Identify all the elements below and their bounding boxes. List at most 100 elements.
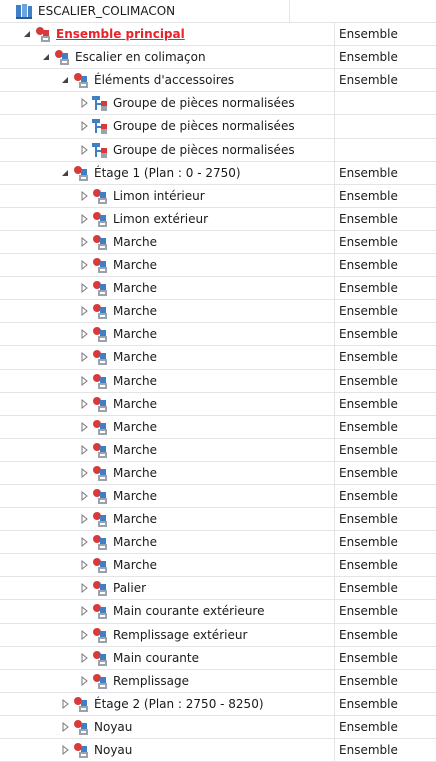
column-divider bbox=[334, 669, 335, 692]
expand-arrow-icon[interactable] bbox=[60, 744, 70, 756]
tree-row[interactable]: Noyau Ensemble bbox=[0, 739, 436, 762]
tree-row[interactable]: Étage 2 (Plan : 2750 - 8250) Ensemble bbox=[0, 692, 436, 716]
tree-row[interactable]: Main courante Ensemble bbox=[0, 646, 436, 670]
tree-row[interactable]: Groupe de pièces normalisées bbox=[0, 115, 436, 139]
tree-item-type: Ensemble bbox=[339, 581, 398, 596]
tree-row[interactable]: Marche Ensemble bbox=[0, 508, 436, 532]
assembly-icon bbox=[91, 603, 109, 620]
tree-row[interactable]: Éléments d'accessoires Ensemble bbox=[0, 69, 436, 93]
expand-arrow-icon[interactable] bbox=[79, 490, 89, 502]
tree-row[interactable]: Marche Ensemble bbox=[0, 392, 436, 416]
collapse-arrow-icon[interactable] bbox=[60, 74, 70, 86]
tree-row[interactable]: Escalier en colimaçon Ensemble bbox=[0, 46, 436, 70]
tree-item-type: Ensemble bbox=[339, 281, 398, 296]
tree-row[interactable]: Groupe de pièces normalisées bbox=[0, 92, 436, 116]
assembly-icon bbox=[72, 696, 90, 713]
tree-row[interactable]: Marche Ensemble bbox=[0, 554, 436, 578]
expand-arrow-icon[interactable] bbox=[79, 559, 89, 571]
tree-row[interactable]: Palier Ensemble bbox=[0, 577, 436, 601]
tree-item-label: Groupe de pièces normalisées bbox=[113, 142, 295, 157]
expand-arrow-icon[interactable] bbox=[79, 236, 89, 248]
expand-arrow-icon[interactable] bbox=[79, 282, 89, 294]
tree-item-type: Ensemble bbox=[339, 442, 398, 457]
tree-row[interactable]: Marche Ensemble bbox=[0, 346, 436, 370]
tree-item-label: Escalier en colimaçon bbox=[75, 50, 206, 65]
expand-arrow-icon[interactable] bbox=[79, 190, 89, 202]
expand-arrow-icon[interactable] bbox=[79, 652, 89, 664]
expand-arrow-icon[interactable] bbox=[79, 328, 89, 340]
tree-row[interactable]: Marche Ensemble bbox=[0, 323, 436, 347]
tree-row[interactable]: Noyau Ensemble bbox=[0, 715, 436, 739]
tree-item-label: Marche bbox=[113, 465, 157, 480]
assembly-icon bbox=[53, 49, 71, 66]
tree-row[interactable]: Marche Ensemble bbox=[0, 531, 436, 555]
expand-arrow-icon[interactable] bbox=[60, 698, 70, 710]
column-divider bbox=[334, 369, 335, 392]
expand-arrow-icon[interactable] bbox=[79, 213, 89, 225]
expand-arrow-icon[interactable] bbox=[79, 582, 89, 594]
tree-row[interactable]: Marche Ensemble bbox=[0, 369, 436, 393]
expand-arrow-icon[interactable] bbox=[79, 536, 89, 548]
tree-row[interactable]: Main courante extérieure Ensemble bbox=[0, 600, 436, 624]
assembly-icon bbox=[91, 211, 109, 228]
expand-arrow-icon[interactable] bbox=[79, 421, 89, 433]
collapse-arrow-icon[interactable] bbox=[22, 28, 32, 40]
expand-arrow-icon[interactable] bbox=[79, 605, 89, 617]
expand-arrow-icon[interactable] bbox=[79, 259, 89, 271]
tree-item-type: Ensemble bbox=[339, 488, 398, 503]
tree-item-type: Ensemble bbox=[339, 650, 398, 665]
tree-row[interactable]: Ensemble principal Ensemble bbox=[0, 23, 436, 47]
tree-row[interactable]: Marche Ensemble bbox=[0, 415, 436, 439]
expand-arrow-icon[interactable] bbox=[79, 398, 89, 410]
tree-item-label: Noyau bbox=[94, 743, 133, 757]
tree-item-type: Ensemble bbox=[339, 419, 398, 434]
root-label: ESCALIER_COLIMACON bbox=[38, 4, 176, 18]
tree-row[interactable]: Limon extérieur Ensemble bbox=[0, 207, 436, 231]
column-divider bbox=[334, 554, 335, 577]
tree-row[interactable]: Étage 1 (Plan : 0 - 2750) Ensemble bbox=[0, 161, 436, 185]
tree-item-label: Ensemble principal bbox=[56, 27, 185, 42]
column-divider bbox=[334, 300, 335, 323]
column-divider bbox=[334, 23, 335, 46]
column-divider bbox=[334, 207, 335, 230]
tree-row[interactable]: Remplissage extérieur Ensemble bbox=[0, 623, 436, 647]
tree-row[interactable]: Marche Ensemble bbox=[0, 277, 436, 301]
tree-row[interactable]: Limon intérieur Ensemble bbox=[0, 184, 436, 208]
expand-arrow-icon[interactable] bbox=[79, 375, 89, 387]
column-divider bbox=[334, 254, 335, 277]
expand-arrow-icon[interactable] bbox=[60, 721, 70, 733]
tree-row[interactable]: Groupe de pièces normalisées bbox=[0, 138, 436, 162]
expand-arrow-icon[interactable] bbox=[79, 629, 89, 641]
assembly-icon bbox=[72, 165, 90, 182]
tree-row[interactable]: Marche Ensemble bbox=[0, 300, 436, 324]
expand-arrow-icon[interactable] bbox=[79, 467, 89, 479]
expand-arrow-icon[interactable] bbox=[79, 675, 89, 687]
assembly-icon bbox=[91, 580, 109, 597]
tree-row[interactable]: Marche Ensemble bbox=[0, 254, 436, 278]
expand-arrow-icon[interactable] bbox=[79, 513, 89, 525]
assembly-icon bbox=[91, 373, 109, 390]
assembly-icon bbox=[72, 742, 90, 759]
expand-arrow-icon[interactable] bbox=[79, 351, 89, 363]
column-divider bbox=[334, 184, 335, 207]
expand-arrow-icon[interactable] bbox=[79, 444, 89, 456]
expand-arrow-icon[interactable] bbox=[79, 144, 89, 156]
tree-item-label: Marche bbox=[113, 558, 157, 573]
tree-row[interactable]: Marche Ensemble bbox=[0, 461, 436, 485]
expand-arrow-icon[interactable] bbox=[79, 97, 89, 109]
tree-item-type: Ensemble bbox=[339, 396, 398, 411]
tree-item-label: Marche bbox=[113, 350, 157, 365]
tree-row[interactable]: Marche Ensemble bbox=[0, 438, 436, 462]
expand-arrow-icon[interactable] bbox=[79, 120, 89, 132]
tree-root-row[interactable]: ESCALIER_COLIMACON bbox=[0, 0, 436, 24]
standard-parts-icon bbox=[91, 142, 109, 159]
tree-row[interactable]: Marche Ensemble bbox=[0, 230, 436, 255]
tree-row[interactable]: Remplissage Ensemble bbox=[0, 669, 436, 693]
collapse-arrow-icon[interactable] bbox=[41, 51, 51, 63]
assembly-icon bbox=[91, 534, 109, 551]
collapse-arrow-icon[interactable] bbox=[60, 167, 70, 179]
column-divider bbox=[334, 692, 335, 715]
tree-item-type: Ensemble bbox=[339, 465, 398, 480]
tree-row[interactable]: Marche Ensemble bbox=[0, 484, 436, 509]
expand-arrow-icon[interactable] bbox=[79, 305, 89, 317]
